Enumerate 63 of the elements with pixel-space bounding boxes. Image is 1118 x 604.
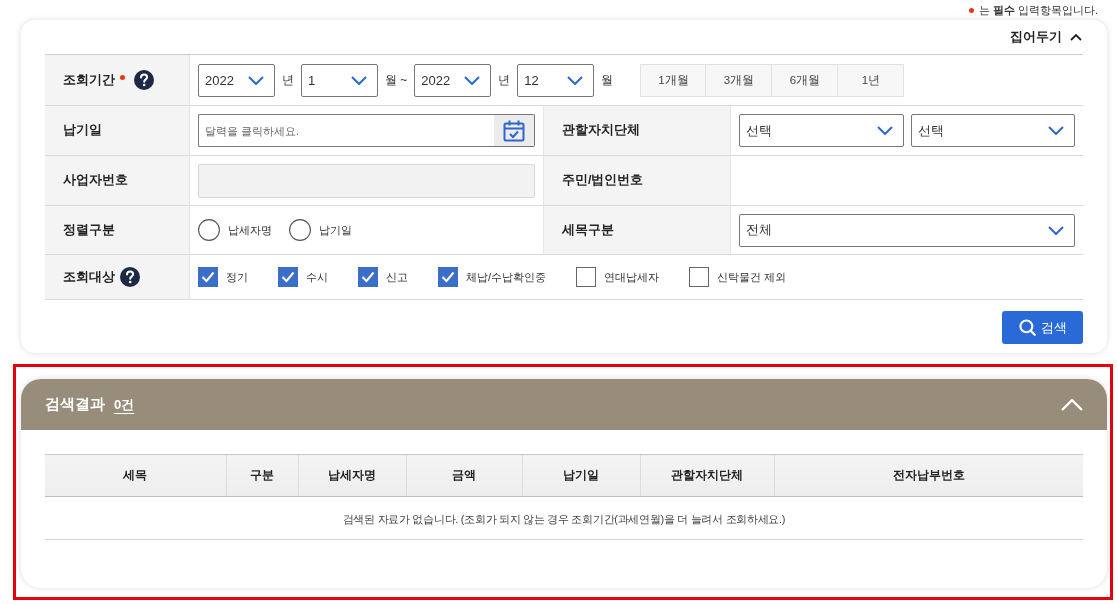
period-button[interactable]: 1년 <box>838 63 905 97</box>
results-title: 검색결과 <box>45 395 105 414</box>
dropdown[interactable]: 선택 <box>910 114 1075 147</box>
checkbox-label: 체납/수납확인중 <box>466 269 547 285</box>
field-label: 사업자번호 <box>63 172 128 189</box>
radio-label: 납세자명 <box>228 222 272 238</box>
chevron-down-icon <box>464 75 481 85</box>
field-label: 납기일 <box>63 122 102 139</box>
help-icon[interactable] <box>134 70 154 90</box>
unit-label: 년 <box>282 71 294 89</box>
dropdown[interactable]: 2022 <box>414 63 492 97</box>
field-label: 관할자치단체 <box>562 122 640 139</box>
dropdown[interactable]: 12 <box>517 63 595 97</box>
checkbox-label: 연대납세자 <box>604 269 660 285</box>
column-header: 납기일 <box>522 454 640 497</box>
column-header: 세목 <box>45 454 226 497</box>
required-dot-icon <box>968 7 974 13</box>
column-header: 전자납부번호 <box>774 454 1083 497</box>
column-header: 관할자치단체 <box>640 454 774 497</box>
field-label: 주민/법인번호 <box>562 172 644 189</box>
field-label: 정렬구분 <box>63 221 115 239</box>
radio-label: 납기일 <box>319 222 352 238</box>
unit-label: 년 <box>498 71 511 89</box>
dropdown[interactable]: 전체 <box>739 213 1075 247</box>
chevron-up-icon[interactable] <box>1061 398 1083 411</box>
checkbox[interactable] <box>278 267 298 287</box>
field-label: 조회기간 <box>63 71 115 89</box>
search-button[interactable]: 검색 <box>1002 311 1083 344</box>
period-button[interactable]: 1개월 <box>640 63 707 97</box>
checkbox-label: 수시 <box>306 269 328 285</box>
unit-label: 월 ~ <box>385 71 408 89</box>
chevron-down-icon <box>351 75 367 85</box>
radio-button[interactable] <box>289 219 311 241</box>
field-label: 세목구분 <box>562 221 614 239</box>
chevron-down-icon <box>876 126 893 135</box>
checkbox[interactable] <box>438 267 458 287</box>
checkbox[interactable] <box>576 267 597 287</box>
dropdown[interactable]: 선택 <box>739 114 904 147</box>
checkbox[interactable] <box>689 267 710 287</box>
collapse-button[interactable]: 집어두기 <box>1010 28 1083 46</box>
field-label: 조회대상 <box>63 268 115 286</box>
dropdown[interactable]: 1 <box>301 63 378 97</box>
checkbox-label: 정기 <box>226 269 248 285</box>
column-header: 납세자명 <box>298 454 406 497</box>
search-icon <box>1018 319 1036 336</box>
radio-button[interactable] <box>198 219 220 241</box>
empty-message: 검색된 자료가 없습니다. (조회가 되지 않는 경우 조회기간(과세연월)을 더 늘려서 조회하세요.) <box>342 513 786 525</box>
dropdown[interactable]: 2022 <box>198 63 275 97</box>
help-icon[interactable] <box>120 267 140 287</box>
chevron-down-icon <box>248 75 264 85</box>
chevron-down-icon <box>1048 126 1064 135</box>
period-button[interactable]: 6개월 <box>772 63 839 97</box>
unit-label: 월 <box>601 71 614 89</box>
chevron-down-icon <box>1048 225 1064 235</box>
chevron-down-icon <box>567 75 584 85</box>
checkbox[interactable] <box>358 267 378 287</box>
checkbox[interactable] <box>198 267 218 287</box>
column-header: 구분 <box>226 454 298 497</box>
checkbox-label: 신고 <box>386 269 408 285</box>
required-note: 는 필수 입력항목입니다. <box>978 3 1098 18</box>
period-button[interactable]: 3개월 <box>706 63 773 97</box>
column-header: 금액 <box>406 454 522 497</box>
checkbox-label: 신탁물건 제외 <box>717 269 787 285</box>
